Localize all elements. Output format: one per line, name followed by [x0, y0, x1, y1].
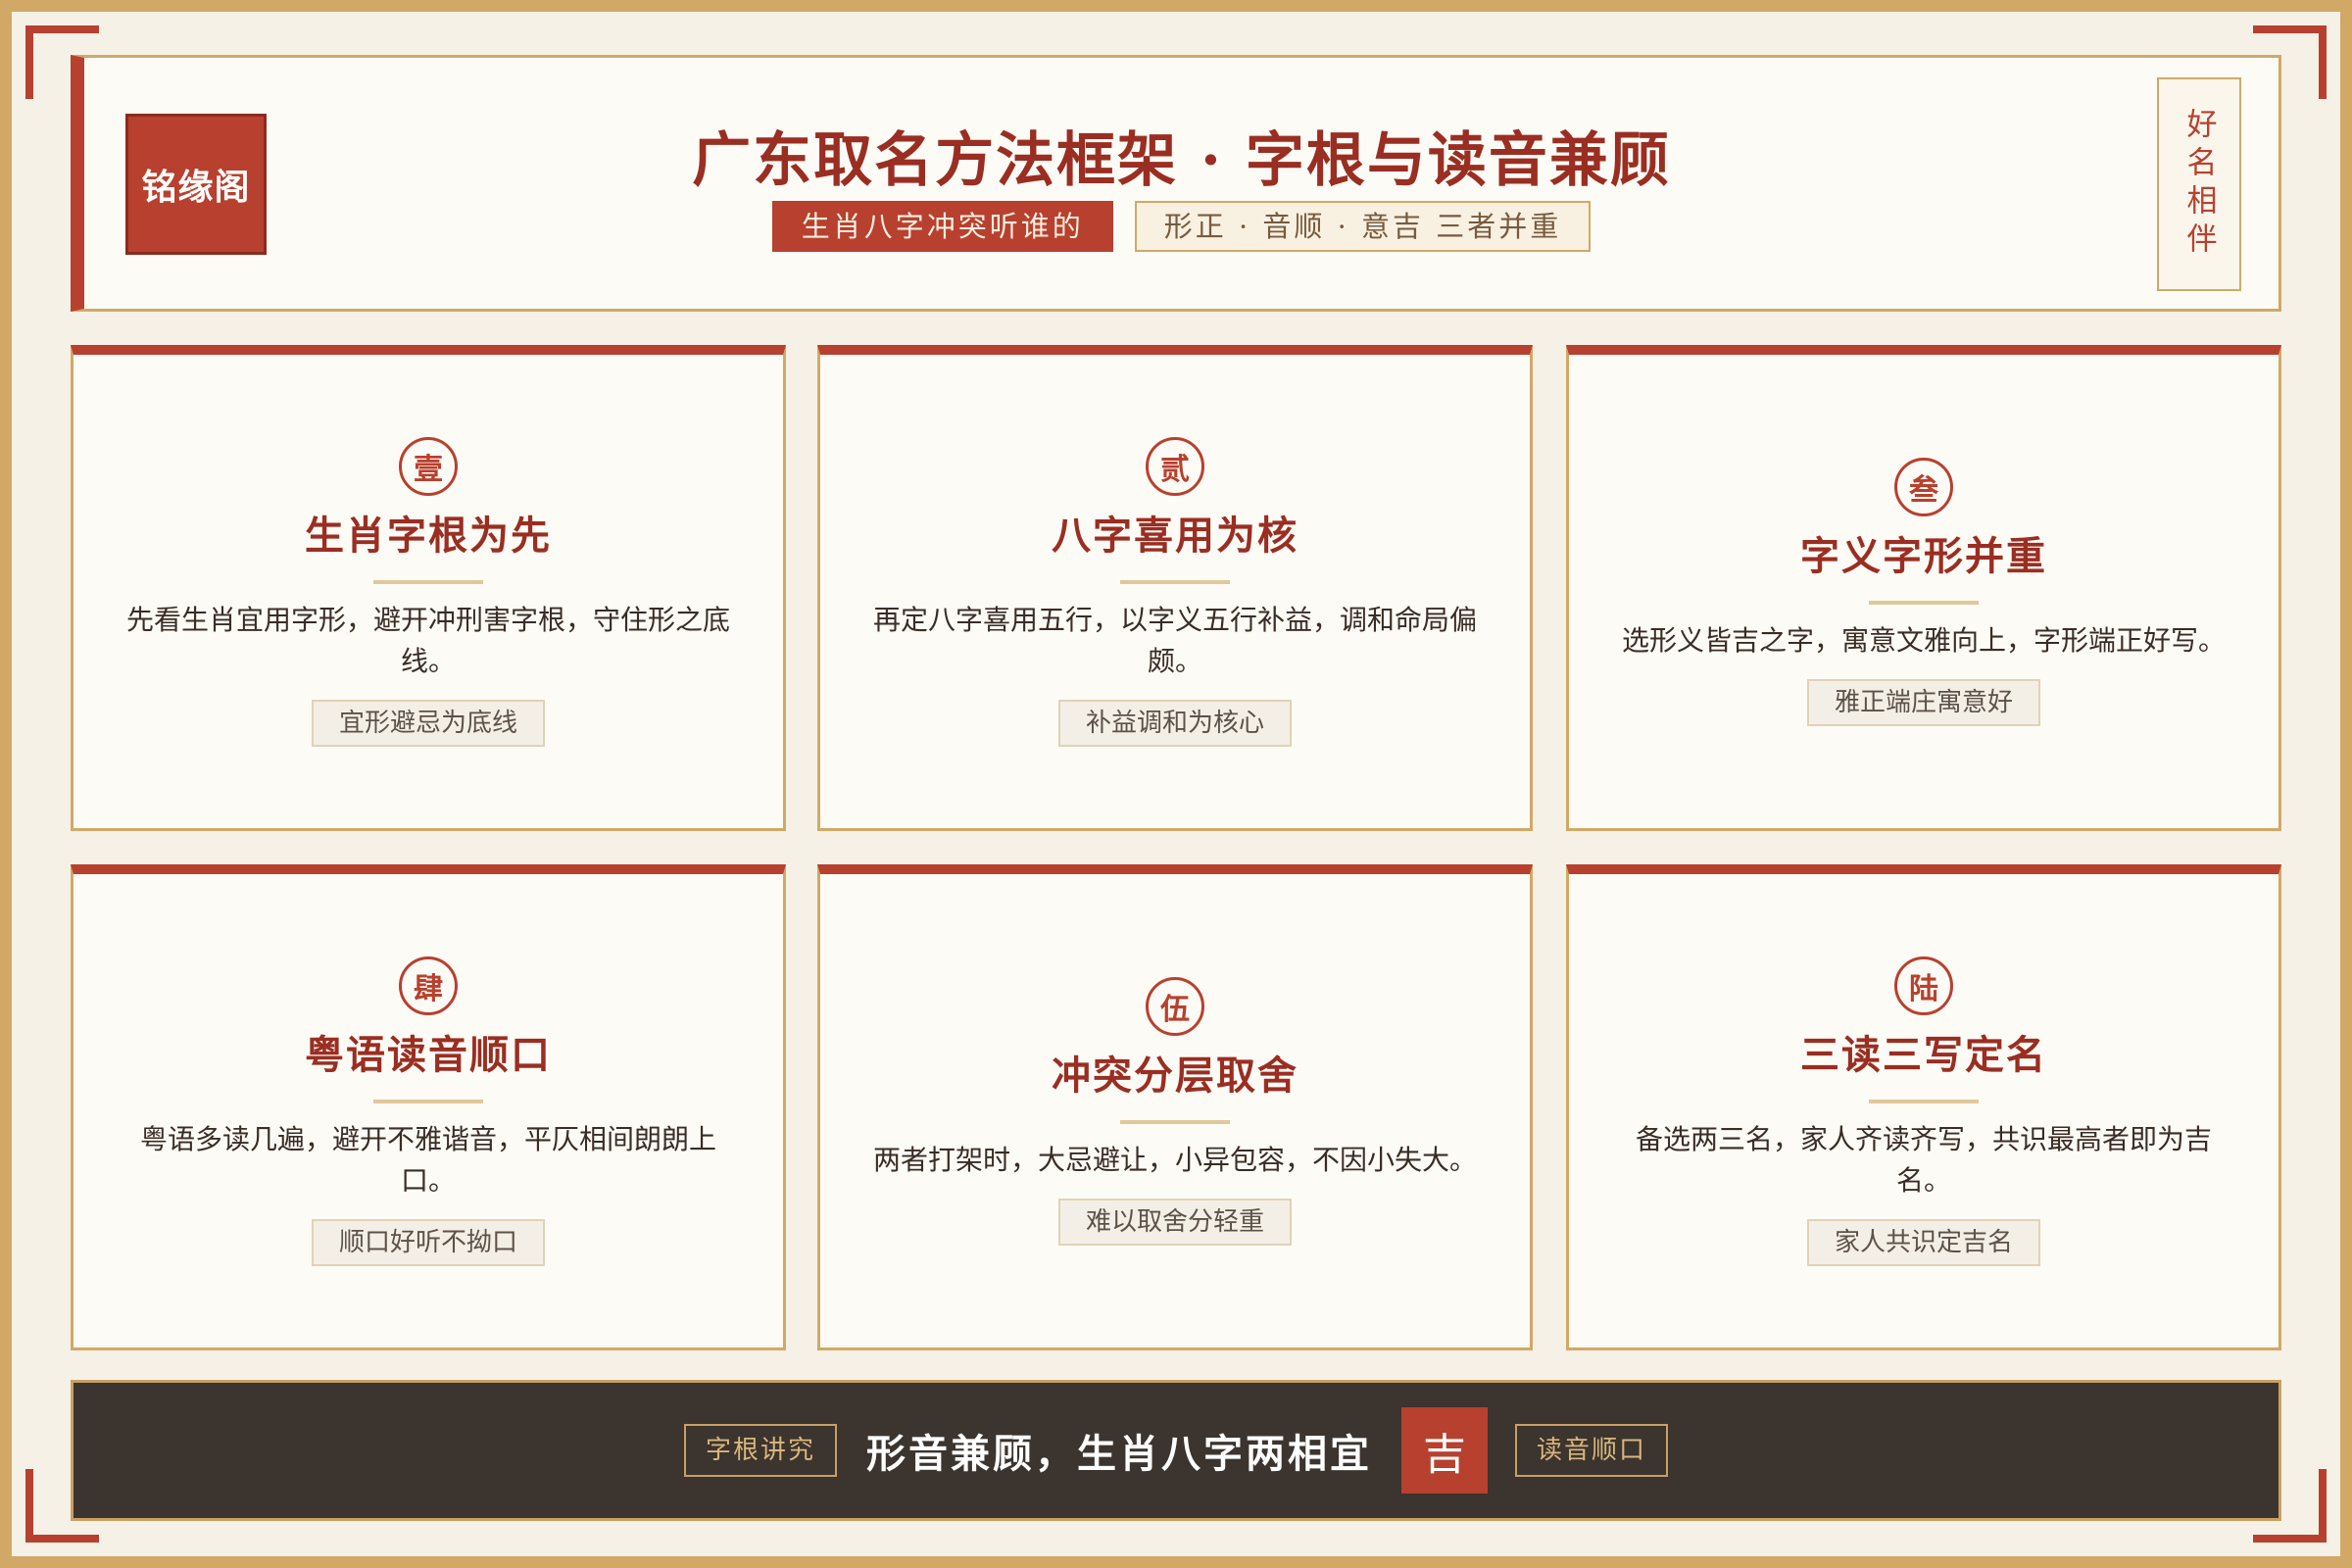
vertical-motto: 好名相伴 — [2157, 77, 2241, 291]
card-description: 两者打架时，大忌避让，小异包容，不因小失大。 — [872, 1143, 1477, 1176]
card-keyword-tag: 难以取舍分轻重 — [1057, 1198, 1292, 1246]
card-title: 三读三写定名 — [1800, 1031, 2047, 1078]
card-divider — [1869, 600, 1979, 605]
subtitle-tag-primary: 生肖八字冲突听谁的 — [771, 201, 1113, 252]
footer-right-tag: 读音顺口 — [1515, 1424, 1669, 1477]
card-seal-badge: 伍 — [1146, 976, 1204, 1036]
card-divider — [1120, 1119, 1230, 1124]
card-keyword-tag: 顺口好听不拗口 — [311, 1218, 545, 1266]
subtitle-row: 生肖八字冲突听谁的 形正 · 音顺 · 意吉 三者并重 — [84, 201, 2278, 252]
footer-left-tag: 字根讲究 — [683, 1424, 837, 1477]
page-title: 广东取名方法框架 · 字根与读音兼顾 — [692, 126, 1671, 195]
card-title: 粤语读音顺口 — [305, 1031, 552, 1078]
card-divider — [373, 579, 483, 584]
footer-banner: 字根讲究 形音兼顾，生肖八字两相宜 吉 读音顺口 — [71, 1380, 2281, 1521]
subtitle-tag-secondary: 形正 · 音顺 · 意吉 三者并重 — [1134, 201, 1592, 252]
method-card-2: 贰 八字喜用为核 再定八字喜用五行，以字义五行补益，调和命局偏颇。 补益调和为核… — [817, 345, 1533, 831]
card-keyword-tag: 雅正端庄寓意好 — [1806, 678, 2040, 726]
method-card-6: 陆 三读三写定名 备选两三名，家人齐读齐写，共识最高者即为吉名。 家人共识定吉名 — [1566, 864, 2281, 1350]
card-title: 冲突分层取舍 — [1052, 1052, 1298, 1099]
card-seal-badge: 陆 — [1894, 956, 1953, 1015]
card-seal-badge: 叁 — [1894, 457, 1953, 516]
footer-seal-stamp: 吉 — [1401, 1407, 1488, 1494]
card-description: 备选两三名，家人齐读齐写，共识最高者即为吉名。 — [1635, 1122, 2212, 1197]
method-card-3: 叁 字义字形并重 选形义皆吉之字，寓意文雅向上，字形端正好写。 雅正端庄寓意好 — [1566, 345, 2281, 831]
method-card-4: 肆 粤语读音顺口 粤语多读几遍，避开不雅谐音，平仄相间朗朗上口。 顺口好听不拗口 — [71, 864, 786, 1350]
card-keyword-tag: 宜形避忌为底线 — [311, 699, 545, 747]
card-title: 生肖字根为先 — [305, 512, 552, 559]
card-keyword-tag: 补益调和为核心 — [1057, 699, 1292, 747]
card-seal-badge: 贰 — [1146, 436, 1204, 496]
card-seal-badge: 壹 — [399, 436, 458, 496]
card-description: 先看生肖宜用字形，避开冲刑害字根，守住形之底线。 — [125, 603, 730, 677]
card-divider — [1869, 1099, 1979, 1103]
card-description: 粤语多读几遍，避开不雅谐音，平仄相间朗朗上口。 — [139, 1122, 716, 1197]
method-card-1: 壹 生肖字根为先 先看生肖宜用字形，避开冲刑害字根，守住形之底线。 宜形避忌为底… — [71, 345, 786, 831]
card-seal-badge: 肆 — [399, 956, 458, 1015]
card-title: 八字喜用为核 — [1052, 512, 1298, 559]
card-description: 选形义皆吉之字，寓意文雅向上，字形端正好写。 — [1621, 623, 2226, 657]
footer-slogan: 形音兼顾，生肖八字两相宜 — [866, 1431, 1372, 1477]
method-card-5: 伍 冲突分层取舍 两者打架时，大忌避让，小异包容，不因小失大。 难以取舍分轻重 — [817, 864, 1533, 1350]
header-banner: 铭缘阁 广东取名方法框架 · 字根与读音兼顾 生肖八字冲突听谁的 形正 · 音顺… — [71, 55, 2281, 312]
card-divider — [373, 1099, 483, 1103]
card-description: 再定八字喜用五行，以字义五行补益，调和命局偏颇。 — [872, 603, 1477, 677]
card-divider — [1120, 579, 1230, 584]
card-title: 字义字形并重 — [1800, 532, 2047, 579]
card-keyword-tag: 家人共识定吉名 — [1806, 1218, 2040, 1266]
